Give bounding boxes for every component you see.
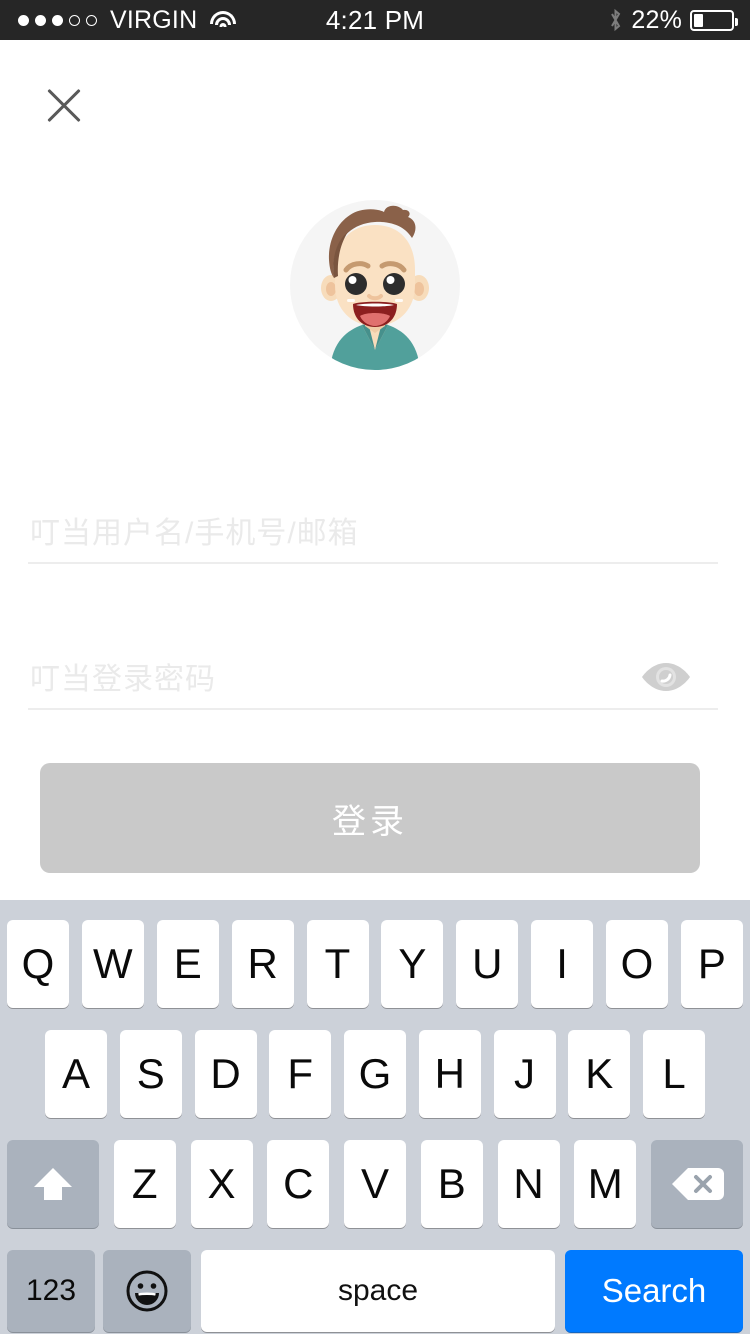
key-p[interactable]: P [680,920,743,1008]
search-key[interactable]: Search [565,1250,743,1332]
key-t[interactable]: T [306,920,369,1008]
backspace-icon[interactable] [651,1140,743,1228]
key-n[interactable]: N [497,1140,560,1228]
key-c[interactable]: C [267,1140,330,1228]
key-l[interactable]: L [643,1030,705,1118]
key-g[interactable]: G [344,1030,406,1118]
login-button[interactable]: 登录 [40,763,700,873]
avatar-illustration [321,205,429,370]
keyboard-row-2: A S D F G H J K L [0,1030,750,1118]
keyboard-row-4: 123 space Search [0,1250,750,1332]
key-f[interactable]: F [269,1030,332,1118]
keyboard-row-1: Q W E R T Y U I O P [0,920,750,1008]
smiley-face-icon[interactable] [103,1250,191,1332]
keyboard-row-3: Z X C V B N M [0,1140,750,1228]
key-r[interactable]: R [231,920,294,1008]
key-o[interactable]: O [606,920,668,1008]
status-bar-clock: 4:21 PM [325,4,425,35]
username-field[interactable]: 叮当用户名/手机号/邮箱 [28,492,718,564]
bluetooth-icon [608,8,623,32]
key-s[interactable]: S [119,1030,182,1118]
avatar [290,200,460,370]
key-d[interactable]: D [194,1030,257,1118]
key-m[interactable]: M [574,1140,637,1228]
on-screen-keyboard: Q W E R T Y U I O P A S D F G H J K L Z … [0,900,750,1334]
key-z[interactable]: Z [113,1140,176,1228]
key-y[interactable]: Y [381,920,444,1008]
key-h[interactable]: H [418,1030,481,1118]
password-field[interactable]: 叮当登录密码 [28,638,718,710]
status-bar: VIRGIN 4:21 PM 22% [0,0,750,40]
key-w[interactable]: W [81,920,144,1008]
close-icon[interactable] [38,80,90,132]
key-q[interactable]: Q [7,920,69,1008]
username-placeholder: 叮当用户名/手机号/邮箱 [30,517,359,550]
key-j[interactable]: J [493,1030,556,1118]
key-u[interactable]: U [456,920,519,1008]
key-b[interactable]: B [420,1140,483,1228]
space-key[interactable]: space [201,1250,555,1332]
key-k[interactable]: K [568,1030,631,1118]
key-e[interactable]: E [156,920,219,1008]
eye-icon[interactable] [640,660,692,694]
key-v[interactable]: V [344,1140,406,1228]
password-placeholder: 叮当登录密码 [30,663,216,696]
key-x[interactable]: X [190,1140,253,1228]
key-a[interactable]: A [45,1030,107,1118]
battery-icon [690,9,738,31]
login-screen: VIRGIN 4:21 PM 22% 叮当用户名/手机号/邮箱 叮当登录密码 登… [0,0,750,1334]
shift-arrow-icon[interactable] [7,1140,99,1228]
key-i[interactable]: I [531,920,594,1008]
numbers-key[interactable]: 123 [7,1250,95,1332]
